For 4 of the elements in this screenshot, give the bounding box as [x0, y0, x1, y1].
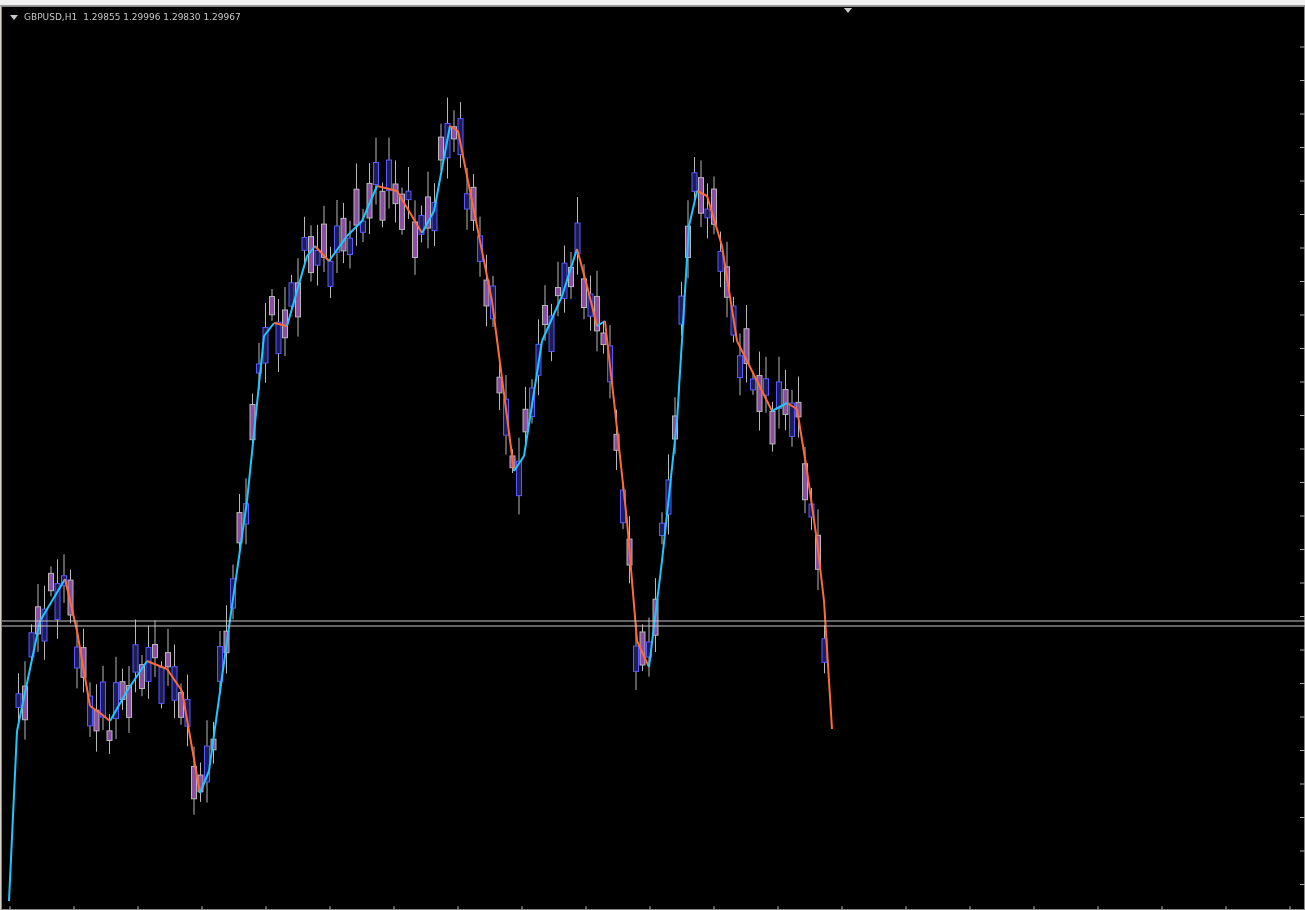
symbol-label: GBPUSD,H1: [24, 12, 78, 22]
price-quote: 1.29855 1.29996 1.29830 1.29967: [83, 12, 241, 22]
dropdown-arrow-icon[interactable]: [10, 14, 18, 20]
shift-marker-icon[interactable]: [844, 8, 852, 13]
